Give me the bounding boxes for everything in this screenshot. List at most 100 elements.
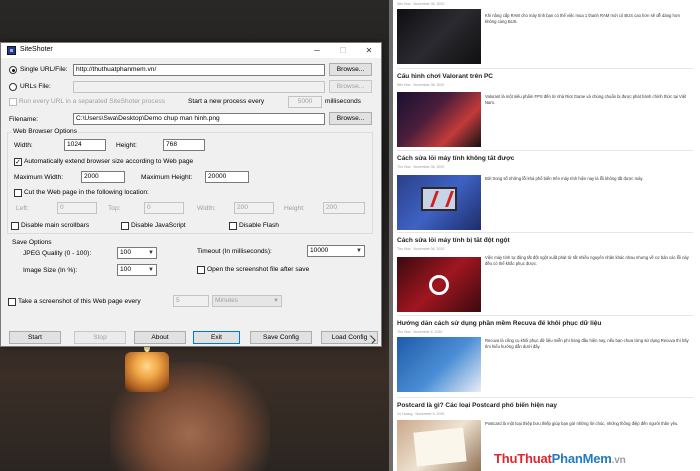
save-options-title: Save Options [12, 239, 52, 246]
single-url-radio[interactable] [9, 66, 17, 74]
top-label: Top: [108, 205, 121, 212]
height-input[interactable]: 768 [163, 139, 205, 151]
article-meta: Thu Hoa · November 6, 2020 [397, 330, 443, 334]
single-url-input[interactable]: http://thuthuatphanmem.vn/ [73, 64, 325, 76]
cut-page-label: Cut the Web page in the following locati… [24, 189, 149, 196]
max-width-input[interactable]: 2000 [81, 171, 125, 183]
auto-extend-checkbox[interactable]: ✓ [14, 158, 22, 166]
close-button[interactable]: ✕ [357, 43, 381, 58]
article-title[interactable]: Postcard là gì? Các loại Postcard phổ bi… [397, 402, 693, 410]
article-thumbnail[interactable] [397, 92, 481, 147]
cut-page-checkbox[interactable] [14, 189, 22, 197]
article-title[interactable]: Cách sửa lỗi máy tính không tắt được [397, 155, 693, 163]
width-input[interactable]: 1024 [64, 139, 106, 151]
disable-javascript-label: Disable JavaScript [131, 222, 186, 229]
exit-button[interactable]: Exit [193, 331, 240, 344]
minimize-button[interactable]: ─ [305, 43, 329, 58]
title-bar[interactable]: SiteShoter ─ ☐ ✕ [1, 43, 381, 58]
stop-button: Stop [74, 331, 126, 344]
urls-file-label: URLs File: [20, 83, 51, 90]
article-thumbnail[interactable] [397, 175, 481, 230]
logo-part: .vn [611, 455, 626, 466]
article-title[interactable]: Cấu hình chơi Valorant trên PC [397, 73, 693, 81]
browse-url-button[interactable]: Browse... [329, 63, 372, 76]
image-size-label: Image Size (In %): [23, 267, 78, 274]
browse-filename-button[interactable]: Browse... [329, 112, 372, 125]
divider [397, 150, 693, 151]
article-item[interactable]: Win Hoa · November 06, 2020 Khi nâng cấp… [397, 0, 693, 64]
article-thumbnail[interactable] [397, 257, 481, 312]
height-label: Height: [116, 142, 137, 149]
disable-flash-label: Disable Flash [239, 222, 279, 229]
article-excerpt: Khi nâng cấp RAM cho máy tính bạn có thể… [485, 13, 680, 24]
open-after-save-checkbox[interactable] [197, 266, 205, 274]
max-height-label: Maximum Height: [141, 174, 193, 181]
article-excerpt: Postcard là một loại thiệp bưu thiếp giú… [485, 421, 679, 426]
article-thumbnail[interactable] [397, 420, 481, 471]
disable-flash-checkbox[interactable] [229, 222, 237, 230]
filename-label: Filename: [9, 116, 38, 123]
article-excerpt: Việc máy tính tự động tắt đột ngột xuất … [485, 255, 689, 266]
cut-width-input: 200 [234, 202, 274, 214]
cut-width-label: Width: [197, 205, 216, 212]
save-config-button[interactable]: Save Config [250, 331, 312, 344]
run-separate-process-label: Run every URL in a separated SiteShoter … [19, 98, 165, 105]
about-button[interactable]: About [134, 331, 186, 344]
image-size-select[interactable]: 100 ▼ [117, 264, 157, 276]
timeout-select[interactable]: 10000 ▼ [307, 245, 365, 257]
width-label: Width: [14, 142, 33, 149]
article-item[interactable]: Cách sửa lỗi máy tính bị tắt đột ngột Th… [397, 237, 693, 312]
article-title[interactable]: Cách sửa lỗi máy tính bị tắt đột ngột [397, 237, 693, 245]
logo-part: ThuThuat [494, 451, 552, 466]
article-item[interactable]: Cách sửa lỗi máy tính không tắt được Thu… [397, 155, 693, 230]
article-meta: Thu Hoa · November 06, 2020 [397, 247, 445, 251]
left-input: 0 [57, 202, 97, 214]
cut-height-input: 200 [323, 202, 365, 214]
process-interval-input: 5000 [288, 96, 322, 108]
left-label: Left: [16, 205, 29, 212]
start-new-process-label: Start a new process every [188, 98, 265, 105]
milliseconds-label: milliseconds [325, 98, 361, 105]
disable-scrollbars-checkbox[interactable] [11, 222, 19, 230]
web-browser-options-title: Web Browser Options [12, 127, 79, 136]
take-screenshot-every-label: Take a screenshot of this Web page every [18, 298, 141, 305]
timeout-value: 10000 [310, 247, 329, 254]
urls-file-radio[interactable] [9, 83, 17, 91]
image-size-value: 100 [120, 266, 132, 273]
cut-height-label: Height: [284, 205, 305, 212]
take-screenshot-unit-select: Minutes ▼ [212, 295, 282, 307]
site-logo[interactable]: ThuThuatPhanMem.vn [494, 451, 626, 466]
divider [397, 397, 693, 398]
max-height-input[interactable]: 20000 [205, 171, 249, 183]
article-item[interactable]: Postcard là gì? Các loại Postcard phổ bi… [397, 402, 693, 471]
top-input: 0 [144, 202, 184, 214]
maximize-button: ☐ [339, 46, 347, 55]
auto-extend-label: Automatically extend browser size accord… [24, 158, 194, 165]
run-separate-process-checkbox [9, 98, 17, 106]
article-thumbnail[interactable] [397, 337, 481, 392]
disable-javascript-checkbox[interactable] [121, 222, 129, 230]
divider [397, 232, 693, 233]
filename-input[interactable]: C:\Users\Swa\Desktop\Demo chup man hinh.… [73, 113, 325, 125]
article-meta: Win Hoa · November 06, 2020 [397, 2, 445, 6]
power-icon [429, 275, 449, 295]
urls-file-input [73, 81, 325, 93]
article-excerpt: Recuva là công cụ khôi phục dữ liệu miễn… [485, 338, 689, 349]
disable-scrollbars-label: Disable main scrollbars [21, 222, 90, 229]
article-title[interactable]: Hướng dẫn cách sử dụng phần mềm Recuva đ… [397, 320, 693, 328]
article-item[interactable]: Hướng dẫn cách sử dụng phần mềm Recuva đ… [397, 320, 693, 392]
start-button[interactable]: Start [9, 331, 61, 344]
divider [397, 68, 693, 69]
article-item[interactable]: Cấu hình chơi Valorant trên PC Win Hoa ·… [397, 73, 693, 147]
jpeg-quality-select[interactable]: 100 ▼ [117, 247, 157, 259]
jpeg-quality-value: 100 [120, 249, 132, 256]
article-thumbnail[interactable] [397, 9, 481, 64]
take-screenshot-interval-input: 5 [173, 295, 209, 307]
chevron-down-icon: ▼ [148, 267, 154, 273]
article-excerpt: Bởi trong số những lỗi khá phổ biến trên… [485, 176, 644, 181]
logo-part: PhanMem [551, 451, 612, 466]
take-screenshot-every-checkbox[interactable] [8, 298, 16, 306]
app-icon [7, 46, 16, 55]
window-title: SiteShoter [20, 46, 53, 53]
article-meta: Thu Hoa · November 06, 2020 [397, 165, 445, 169]
